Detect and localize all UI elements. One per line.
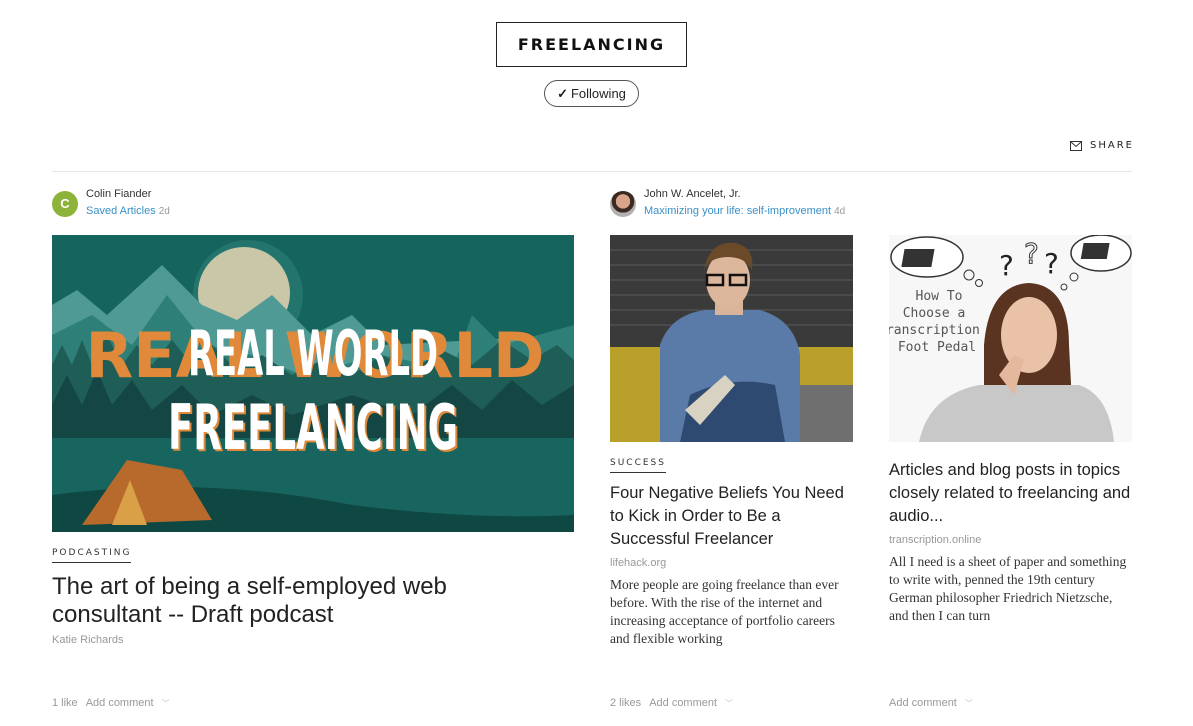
image-title-line-1: REAL WORLD <box>188 317 438 390</box>
likes-count[interactable]: 1 like <box>52 697 78 709</box>
card-author: John W. Ancelet, Jr. Maximizing your lif… <box>610 188 845 219</box>
card-footer: 2 likes Add comment ﹀ <box>610 697 733 709</box>
real-world-freelancing-image: REAL WORLD REAL WORLD FREELANCING FREELA… <box>52 235 574 532</box>
image-title-line-2: FREELANCING <box>168 391 458 464</box>
add-comment-button[interactable]: Add comment <box>649 697 717 709</box>
card-author: C Colin Fiander Saved Articles 2d <box>52 188 170 219</box>
card-footer: 1 like Add comment ﹀ <box>52 697 170 709</box>
author-name[interactable]: Colin Fiander <box>86 188 170 201</box>
divider <box>52 171 1132 172</box>
chevron-down-icon[interactable]: ﹀ <box>162 698 170 709</box>
svg-text:?: ? <box>1024 237 1039 270</box>
likes-count[interactable]: 2 likes <box>610 697 641 709</box>
add-comment-button[interactable]: Add comment <box>86 697 154 709</box>
image-caption-line: How To <box>916 289 963 304</box>
image-caption-line: Transcription <box>889 323 980 338</box>
image-caption-line: Choose a <box>903 306 966 321</box>
article-image[interactable] <box>610 235 853 442</box>
post-time: 4d <box>834 206 846 217</box>
article-title[interactable]: Articles and blog posts in topics closel… <box>889 459 1134 528</box>
add-comment-button[interactable]: Add comment <box>889 697 957 709</box>
article-domain[interactable]: transcription.online <box>889 534 981 546</box>
source-link[interactable]: Maximizing your life: self-improvement <box>644 205 831 217</box>
article-image[interactable]: ? ? ? How To Choose a Transcription Foot… <box>889 235 1132 442</box>
article-title[interactable]: Four Negative Beliefs You Need to Kick i… <box>610 482 855 551</box>
chevron-down-icon[interactable]: ﹀ <box>725 698 733 709</box>
tag-success[interactable]: SUCCESS <box>610 458 666 473</box>
share-button[interactable]: SHARE <box>1070 140 1134 151</box>
following-label: Following <box>570 86 626 101</box>
envelope-icon <box>1070 140 1082 151</box>
post-time: 2d <box>158 206 170 217</box>
avatar[interactable] <box>610 190 636 217</box>
article-excerpt: More people are going freelance than eve… <box>610 577 839 646</box>
svg-text:?: ? <box>1044 247 1059 280</box>
chevron-down-icon[interactable]: ﹀ <box>965 698 973 709</box>
article-title[interactable]: The art of being a self-employed web con… <box>52 573 562 629</box>
author-name[interactable]: John W. Ancelet, Jr. <box>644 188 845 201</box>
following-button[interactable]: ✓ Following <box>544 80 639 107</box>
article-image[interactable]: REAL WORLD REAL WORLD FREELANCING FREELA… <box>52 235 574 532</box>
avatar[interactable]: C <box>52 190 78 217</box>
tag-podcasting[interactable]: PODCASTING <box>52 548 132 563</box>
foot-pedal-woman-image: ? ? ? How To Choose a Transcription Foot… <box>889 235 1132 442</box>
share-label: SHARE <box>1090 140 1134 151</box>
article-byline: Katie Richards <box>52 634 124 646</box>
man-writing-photo <box>610 235 853 442</box>
svg-text:?: ? <box>999 249 1014 282</box>
image-caption-line: Foot Pedal <box>898 340 976 355</box>
card-footer: Add comment ﹀ <box>889 697 973 709</box>
article-domain[interactable]: lifehack.org <box>610 557 666 569</box>
checkmark-icon: ✓ <box>557 85 568 101</box>
topic-title: FREELANCING <box>496 22 687 67</box>
source-link[interactable]: Saved Articles <box>86 205 156 217</box>
article-excerpt: All I need is a sheet of paper and somet… <box>889 554 1127 623</box>
